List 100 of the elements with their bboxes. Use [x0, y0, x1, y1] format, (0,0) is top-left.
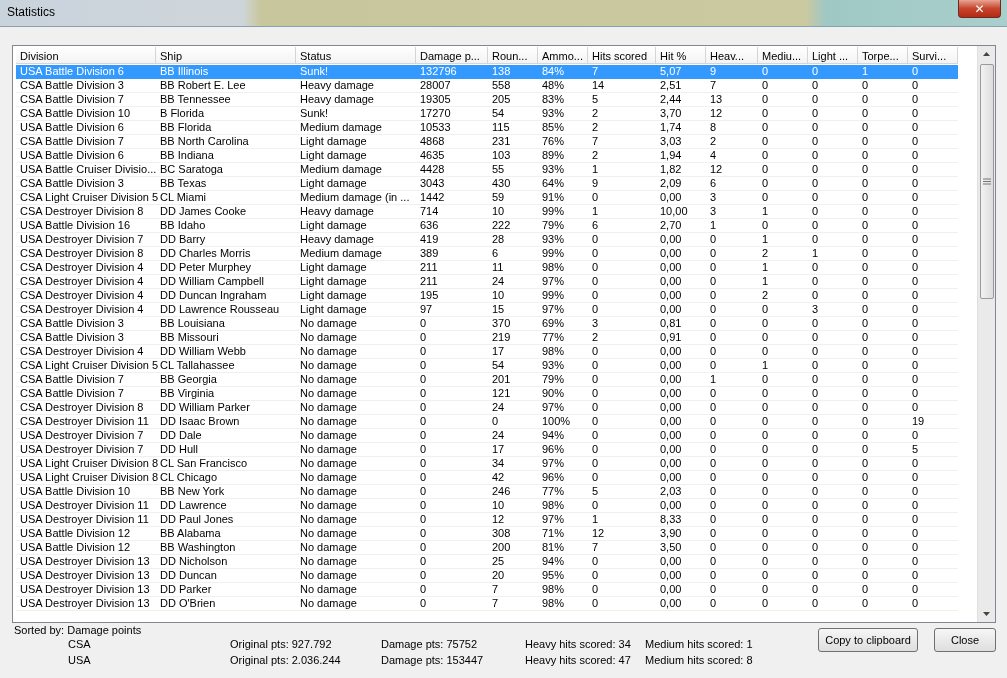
- table-cell-text: 121: [491, 387, 512, 400]
- table-cell-text: 0: [911, 219, 920, 232]
- table-row[interactable]: USA Destroyer Division 11 DD Paul Jones No damage 0 12 97% 1 8,33 0 0 0 0 0: [16, 513, 958, 527]
- table-cell-text: 11: [491, 261, 505, 274]
- table-row[interactable]: USA Destroyer Division 13 DD Nicholson No damage 0 25 94% 0 0,00 0 0 0 0 0: [16, 555, 958, 569]
- table-cell-text: 0: [761, 219, 770, 232]
- column-header[interactable]: Division: [16, 47, 156, 64]
- table-row[interactable]: USA Battle Division 6 BB Indiana Light damage 4635 103 89% 2 1,94 4 0 0 0 0: [16, 149, 958, 163]
- table-cell-text: 0: [761, 163, 770, 176]
- table-row[interactable]: CSA Destroyer Division 4 DD Duncan Ingraham Light damage 195 10 99% 0 0,00 0 2 0 0 0: [16, 289, 958, 303]
- table-cell-text: No damage: [299, 317, 358, 330]
- table-cell-text: 99%: [541, 289, 566, 302]
- table-cell-text: 1: [811, 247, 820, 260]
- table-row[interactable]: USA Battle Division 10 BB New York No damage 0 246 77% 5 2,03 0 0 0 0 0: [16, 485, 958, 499]
- table-cell-text: Light damage: [299, 135, 368, 148]
- table-row[interactable]: USA Destroyer Division 11 DD Lawrence No damage 0 10 98% 0 0,00 0 0 0 0 0: [16, 499, 958, 513]
- table-cell-text: Sunk!: [299, 107, 330, 120]
- close-button[interactable]: Close: [934, 628, 996, 652]
- table-row[interactable]: CSA Destroyer Division 8 DD James Cooke Heavy damage 714 10 99% 1 10,00 3 1 0 0 0: [16, 205, 958, 219]
- table-cell-text: 0: [761, 149, 770, 162]
- table-row[interactable]: CSA Battle Division 7 BB North Carolina Light damage 4868 231 76% 7 3,03 2 0 0 0 0: [16, 135, 958, 149]
- table-cell-text: 10533: [419, 121, 452, 134]
- table-cell-text: 5: [591, 93, 600, 106]
- table-cell-text: 0: [709, 401, 718, 414]
- table-cell-text: 3: [709, 191, 718, 204]
- table-cell-text: 0: [811, 65, 820, 78]
- copy-button[interactable]: Copy to clipboard: [818, 628, 918, 652]
- table-row[interactable]: CSA Destroyer Division 4 DD Lawrence Rousseau Light damage 97 15 97% 0 0,00 0 0 3 0 0: [16, 303, 958, 317]
- column-header[interactable]: Status: [296, 47, 416, 64]
- table-cell-text: 205: [491, 93, 512, 106]
- table-cell-text: Light damage: [299, 149, 368, 162]
- table-cell-text: 0: [861, 275, 870, 288]
- table-cell-text: DD Barry: [159, 233, 207, 246]
- table-row[interactable]: CSA Battle Division 3 BB Robert E. Lee Heavy damage 28007 558 48% 14 2,51 7 0 0 0 0: [16, 79, 958, 93]
- column-header[interactable]: Ammo...: [538, 47, 588, 64]
- table-cell-text: 0: [419, 499, 428, 512]
- table-row[interactable]: CSA Battle Division 3 BB Louisiana No damage 0 370 69% 3 0,81 0 0 0 0 0: [16, 317, 958, 331]
- table-cell-text: 0: [761, 331, 770, 344]
- table-row[interactable]: CSA Destroyer Division 4 DD William Webb No damage 0 17 98% 0 0,00 0 0 0 0 0: [16, 345, 958, 359]
- table-row[interactable]: USA Battle Division 12 BB Alabama No damage 0 308 71% 12 3,90 0 0 0 0 0: [16, 527, 958, 541]
- table-cell-text: CSA Battle Division 3: [19, 79, 125, 92]
- table-row[interactable]: CSA Light Cruiser Division 5 CL Tallahassee No damage 0 54 93% 0 0,00 0 1 0 0 0: [16, 359, 958, 373]
- table-cell-text: 0: [761, 569, 770, 582]
- table-row[interactable]: CSA Destroyer Division 8 DD Charles Morris Medium damage 389 6 99% 0 0,00 0 2 1 0 0: [16, 247, 958, 261]
- table-cell-text: 0: [911, 205, 920, 218]
- table-row[interactable]: CSA Battle Division 10 B Florida Sunk! 17270 54 93% 2 3,70 12 0 0 0 0: [16, 107, 958, 121]
- table-row[interactable]: CSA Battle Division 3 BB Texas Light damage 3043 430 64% 9 2,09 6 0 0 0 0: [16, 177, 958, 191]
- column-header[interactable]: Survi...: [908, 47, 958, 64]
- table-cell-text: USA Light Cruiser Division 8: [19, 471, 156, 484]
- table-row[interactable]: USA Destroyer Division 7 DD Barry Heavy damage 419 28 93% 0 0,00 0 1 0 0 0: [16, 233, 958, 247]
- table-row[interactable]: USA Light Cruiser Division 8 CL Chicago No damage 0 42 96% 0 0,00 0 0 0 0 0: [16, 471, 958, 485]
- table-row[interactable]: USA Destroyer Division 13 DD O'Brien No damage 0 7 98% 0 0,00 0 0 0 0 0: [16, 597, 958, 611]
- table-row[interactable]: USA Battle Division 12 BB Washington No damage 0 200 81% 7 3,50 0 0 0 0 0: [16, 541, 958, 555]
- table-row[interactable]: CSA Battle Division 7 BB Virginia No damage 0 121 90% 0 0,00 0 0 0 0 0: [16, 387, 958, 401]
- column-header[interactable]: Roun...: [488, 47, 538, 64]
- scrollbar-thumb[interactable]: [979, 64, 994, 299]
- table-row[interactable]: CSA Light Cruiser Division 5 CL Miami Medium damage (in ... 1442 59 91% 0 0,00 3 0 0 0 0: [16, 191, 958, 205]
- table-cell-text: 0: [811, 107, 820, 120]
- table-row[interactable]: USA Battle Cruiser Divisio... BC Saratoga Medium damage 4428 55 93% 1 1,82 12 0 0 0 0: [16, 163, 958, 177]
- table-cell-text: CSA Battle Division 7: [19, 387, 125, 400]
- column-header[interactable]: Light ...: [808, 47, 858, 64]
- table-row[interactable]: CSA Destroyer Division 8 DD William Parker No damage 0 24 97% 0 0,00 0 0 0 0 0: [16, 401, 958, 415]
- table-row[interactable]: USA Battle Division 6 BB Florida Medium damage 10533 115 85% 2 1,74 8 0 0 0 0: [16, 121, 958, 135]
- table-cell-text: CL Chicago: [159, 471, 219, 484]
- table-row[interactable]: USA Destroyer Division 13 DD Parker No damage 0 7 98% 0 0,00 0 0 0 0 0: [16, 583, 958, 597]
- table-cell-text: Heavy damage: [299, 205, 375, 218]
- table-cell-text: No damage: [299, 485, 358, 498]
- column-header[interactable]: Hits scored: [588, 47, 656, 64]
- table-row[interactable]: CSA Destroyer Division 4 DD Peter Murphey Light damage 211 11 98% 0 0,00 0 1 0 0 0: [16, 261, 958, 275]
- table-row[interactable]: CSA Battle Division 3 BB Missouri No damage 0 219 77% 2 0,91 0 0 0 0 0: [16, 331, 958, 345]
- column-header[interactable]: Ship: [156, 47, 296, 64]
- table-cell-text: Light damage: [299, 219, 368, 232]
- table-cell-text: BB Alabama: [159, 527, 222, 540]
- column-header[interactable]: Mediu...: [758, 47, 808, 64]
- column-header[interactable]: Hit %: [656, 47, 706, 64]
- table-row[interactable]: CSA Battle Division 7 BB Georgia No damage 0 201 79% 0 0,00 1 0 0 0 0: [16, 373, 958, 387]
- table-cell-text: 0: [811, 555, 820, 568]
- table-cell-text: 0,00: [659, 247, 683, 260]
- table-cell-text: BB New York: [159, 485, 226, 498]
- table-row[interactable]: USA Destroyer Division 13 DD Duncan No damage 0 20 95% 0 0,00 0 0 0 0 0: [16, 569, 958, 583]
- column-header[interactable]: Damage p...: [416, 47, 488, 64]
- table-cell-text: 200: [491, 541, 512, 554]
- close-button[interactable]: ✕: [958, 0, 1001, 18]
- table-cell-text: DD Parker: [159, 583, 213, 596]
- table-row[interactable]: USA Destroyer Division 7 DD Dale No damage 0 24 94% 0 0,00 0 0 0 0 0: [16, 429, 958, 443]
- table-row[interactable]: USA Battle Division 16 BB Idaho Light damage 636 222 79% 6 2,70 1 0 0 0 0: [16, 219, 958, 233]
- table-row[interactable]: USA Light Cruiser Division 8 CL San Francisco No damage 0 34 97% 0 0,00 0 0 0 0 0: [16, 457, 958, 471]
- table-cell-text: 0: [811, 597, 820, 610]
- table-cell-text: 5: [591, 485, 600, 498]
- table-row[interactable]: CSA Destroyer Division 11 DD Isaac Brown No damage 0 0 100% 0 0,00 0 0 0 0 19: [16, 415, 958, 429]
- table-row[interactable]: CSA Battle Division 7 BB Tennessee Heavy damage 19305 205 83% 5 2,44 13 0 0 0 0: [16, 93, 958, 107]
- table-cell-text: 0: [709, 443, 718, 456]
- column-header[interactable]: Torpe...: [858, 47, 908, 64]
- table-row[interactable]: CSA Destroyer Division 4 DD William Campbell Light damage 211 24 97% 0 0,00 0 1 0 0 0: [16, 275, 958, 289]
- table-cell-text: 0: [761, 373, 770, 386]
- table-cell-text: 0: [811, 121, 820, 134]
- column-header[interactable]: Heav...: [706, 47, 758, 64]
- table-row[interactable]: USA Destroyer Division 7 DD Hull No damage 0 17 96% 0 0,00 0 0 0 0 5: [16, 443, 958, 457]
- table-cell-text: 64%: [541, 177, 566, 190]
- table-cell-text: 93%: [541, 359, 566, 372]
